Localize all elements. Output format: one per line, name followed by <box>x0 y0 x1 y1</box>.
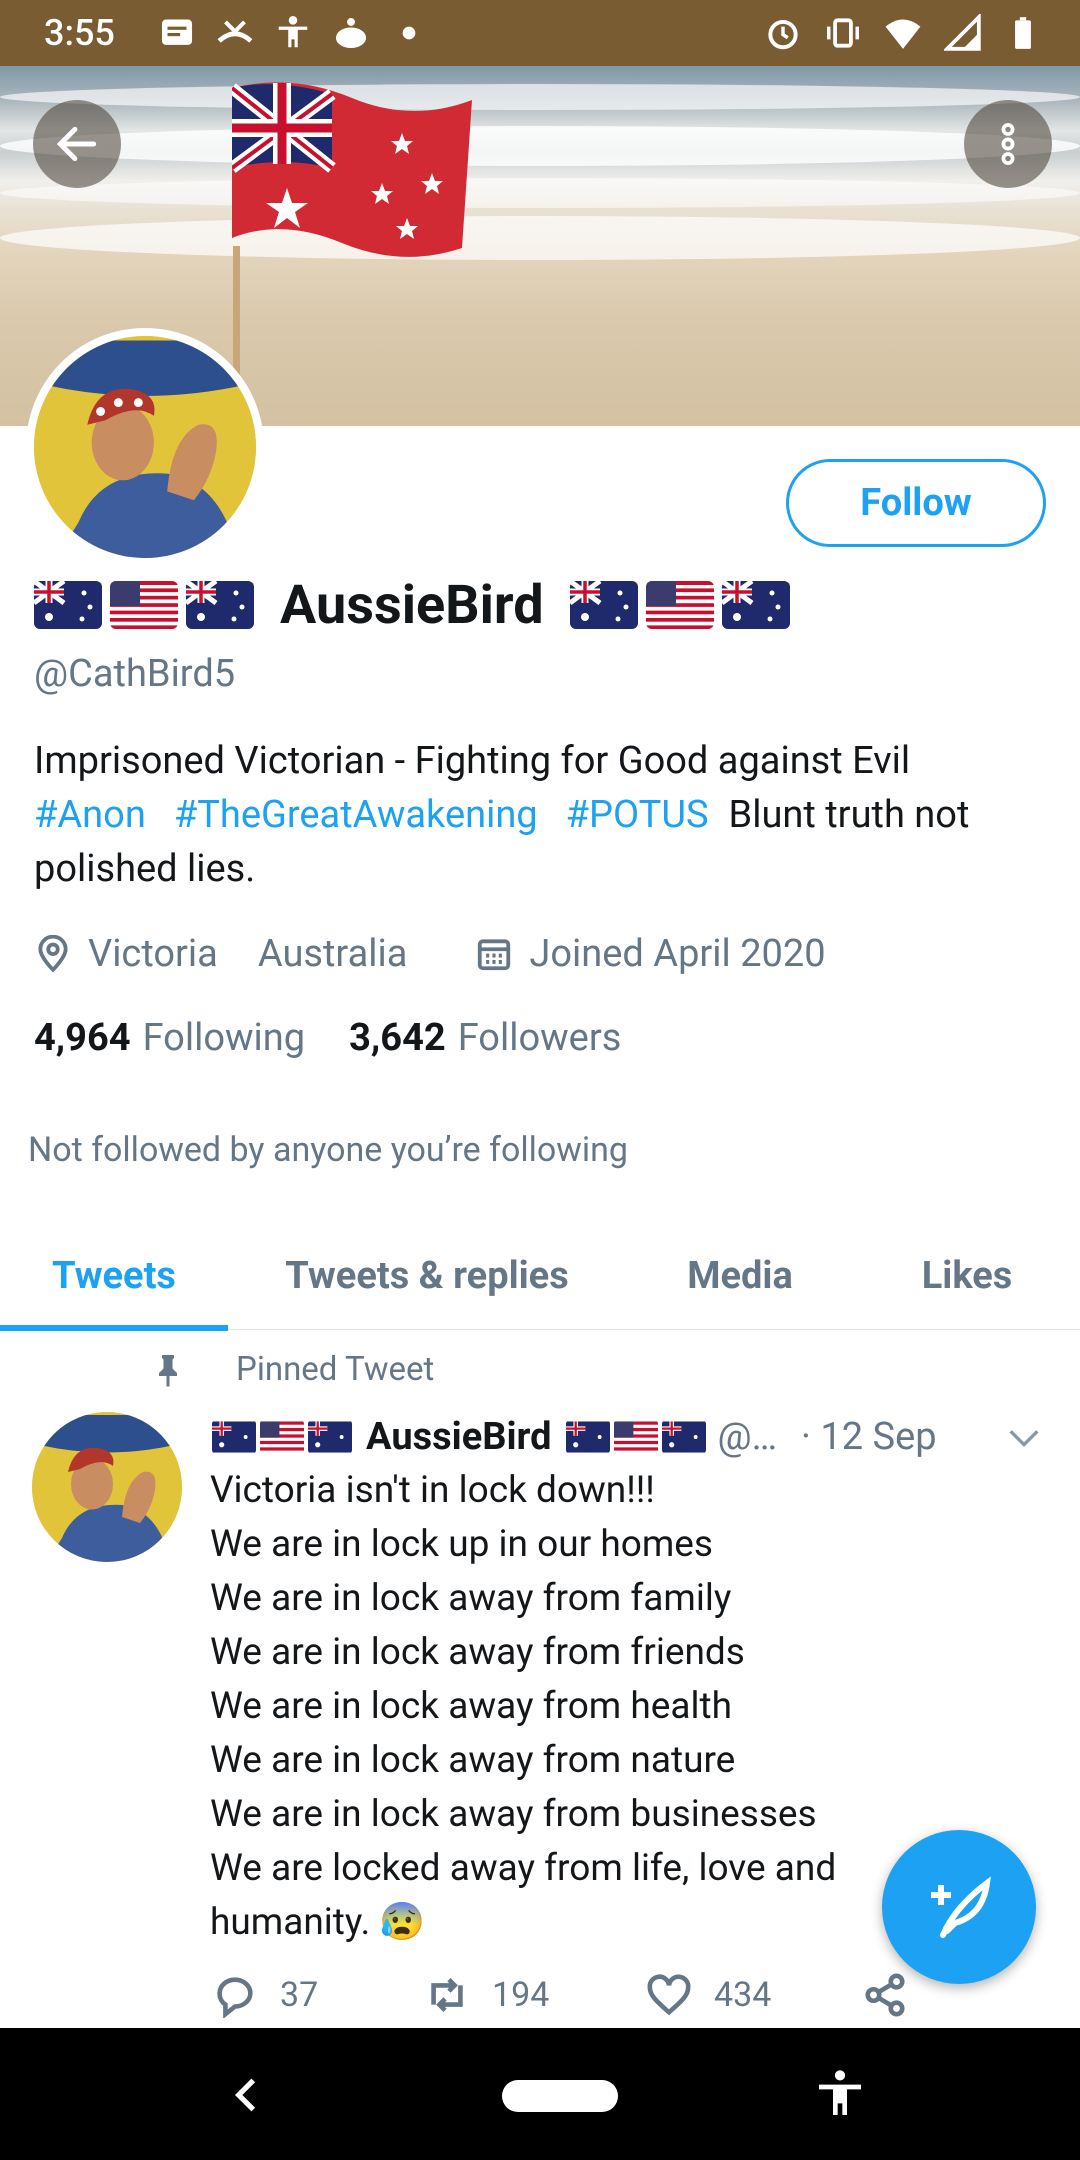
alarm-icon <box>764 14 802 52</box>
followers-link[interactable]: 3,642 Followers <box>349 1016 621 1060</box>
compose-tweet-icon <box>931 1876 991 1938</box>
nav-home-button[interactable] <box>502 2080 618 2112</box>
au-flag-icon <box>212 1420 256 1454</box>
us-flag-icon <box>110 581 178 629</box>
location-pin-icon <box>38 935 68 973</box>
calendar-icon <box>478 939 511 971</box>
tweet-author-name[interactable]: AussieBird <box>366 1415 552 1459</box>
au-flag-icon <box>186 581 254 629</box>
tweet-header: AussieBird @… · 12 Sep <box>212 1410 937 1464</box>
back-button[interactable] <box>33 100 121 188</box>
chevron-down-icon[interactable] <box>1004 1418 1044 1458</box>
location-city: Victoria <box>88 932 218 976</box>
retweet-count: 194 <box>492 1975 550 2015</box>
vibrate-icon <box>824 14 862 52</box>
like-button[interactable]: 434 <box>646 1972 771 2018</box>
reply-button[interactable]: 37 <box>212 1972 318 2018</box>
au-flag-icon <box>569 581 638 629</box>
tweet-author-handle: @… <box>717 1415 778 1459</box>
tab-media[interactable]: Media <box>626 1222 854 1330</box>
tab-likes[interactable]: Likes <box>854 1222 1080 1330</box>
accessibility-icon <box>274 14 312 52</box>
tweet-author-avatar[interactable] <box>32 1412 182 1562</box>
nav-back-icon[interactable] <box>222 2070 272 2120</box>
tab-tweets-and-replies[interactable]: Tweets & replies <box>228 1222 626 1330</box>
us-flag-icon <box>260 1420 304 1454</box>
not-followed-notice: Not followed by anyone you’re following <box>28 1130 628 1170</box>
status-bar: 3:55 <box>0 0 1080 66</box>
profile-bio: Imprisoned Victorian - Fighting for Good… <box>34 734 1054 896</box>
tab-tweets[interactable]: Tweets <box>0 1222 228 1331</box>
accessibility-icon[interactable] <box>812 2066 868 2122</box>
us-flag-icon <box>645 581 714 629</box>
followers-count: 3,642 <box>349 1016 446 1060</box>
cake-icon <box>332 14 370 52</box>
tweet-date: · 12 Sep <box>801 1415 937 1459</box>
pin-icon <box>159 1354 177 1386</box>
red-ensign-flag-icon <box>232 82 472 257</box>
display-name: AussieBird <box>280 573 544 637</box>
compose-tweet-button[interactable] <box>882 1830 1036 1984</box>
message-icon <box>158 14 196 52</box>
pinned-tweet-label: Pinned Tweet <box>236 1350 435 1389</box>
wifi-icon <box>884 14 922 52</box>
dot-icon <box>390 14 428 52</box>
system-nav-bar <box>0 2028 1080 2160</box>
more-options-button[interactable] <box>964 100 1052 188</box>
share-icon <box>865 1973 905 2017</box>
follow-button[interactable]: Follow <box>786 459 1046 547</box>
hashtag-link[interactable]: #Anon <box>34 793 146 837</box>
profile-tabs: Tweets Tweets & replies Media Likes <box>0 1222 1080 1331</box>
heart-icon <box>647 1974 691 2016</box>
profile-handle: @CathBird5 <box>34 652 236 696</box>
retweet-icon <box>431 1978 463 2012</box>
au-flag-icon <box>34 581 102 629</box>
rosie-riveter-avatar-icon <box>34 336 256 558</box>
au-flag-icon <box>661 1420 706 1454</box>
battery-icon <box>1004 14 1042 52</box>
signal-icon <box>944 14 982 52</box>
rosie-riveter-avatar-icon <box>32 1412 182 1562</box>
profile-meta: Victoria Australia Joined April 2020 <box>34 932 826 976</box>
missed-call-icon <box>216 14 254 52</box>
profile-avatar[interactable] <box>26 328 264 566</box>
share-button[interactable] <box>862 1972 930 2018</box>
us-flag-icon <box>613 1420 658 1454</box>
follow-counts: 4,964 Following 3,642 Followers <box>34 1016 621 1060</box>
followers-label: Followers <box>457 1016 622 1060</box>
tweet-actions: 37 194 434 <box>212 1972 932 2032</box>
more-vertical-icon <box>1001 122 1015 166</box>
like-count: 434 <box>714 1975 772 2015</box>
pinned-label: Pinned Tweet <box>150 1350 434 1389</box>
au-flag-icon <box>721 581 790 629</box>
reply-count: 37 <box>280 1975 319 2015</box>
reply-icon <box>217 1977 253 2018</box>
location-country: Australia <box>257 932 408 976</box>
following-count: 4,964 <box>34 1016 131 1060</box>
hashtag-link[interactable]: #TheGreatAwakening <box>174 793 538 837</box>
au-flag-icon <box>565 1420 610 1454</box>
status-time: 3:55 <box>44 12 115 54</box>
hashtag-link[interactable]: #POTUS <box>566 793 709 837</box>
bio-text: Imprisoned Victorian - Fighting for Good… <box>34 739 911 783</box>
au-flag-icon <box>308 1420 352 1454</box>
display-name-row: AussieBird <box>34 572 790 638</box>
arrow-left-icon <box>56 126 97 162</box>
retweet-button[interactable]: 194 <box>424 1972 549 2018</box>
following-label: Following <box>142 1016 306 1060</box>
following-link[interactable]: 4,964 Following <box>34 1016 305 1060</box>
joined-date: Joined April 2020 <box>529 932 826 976</box>
